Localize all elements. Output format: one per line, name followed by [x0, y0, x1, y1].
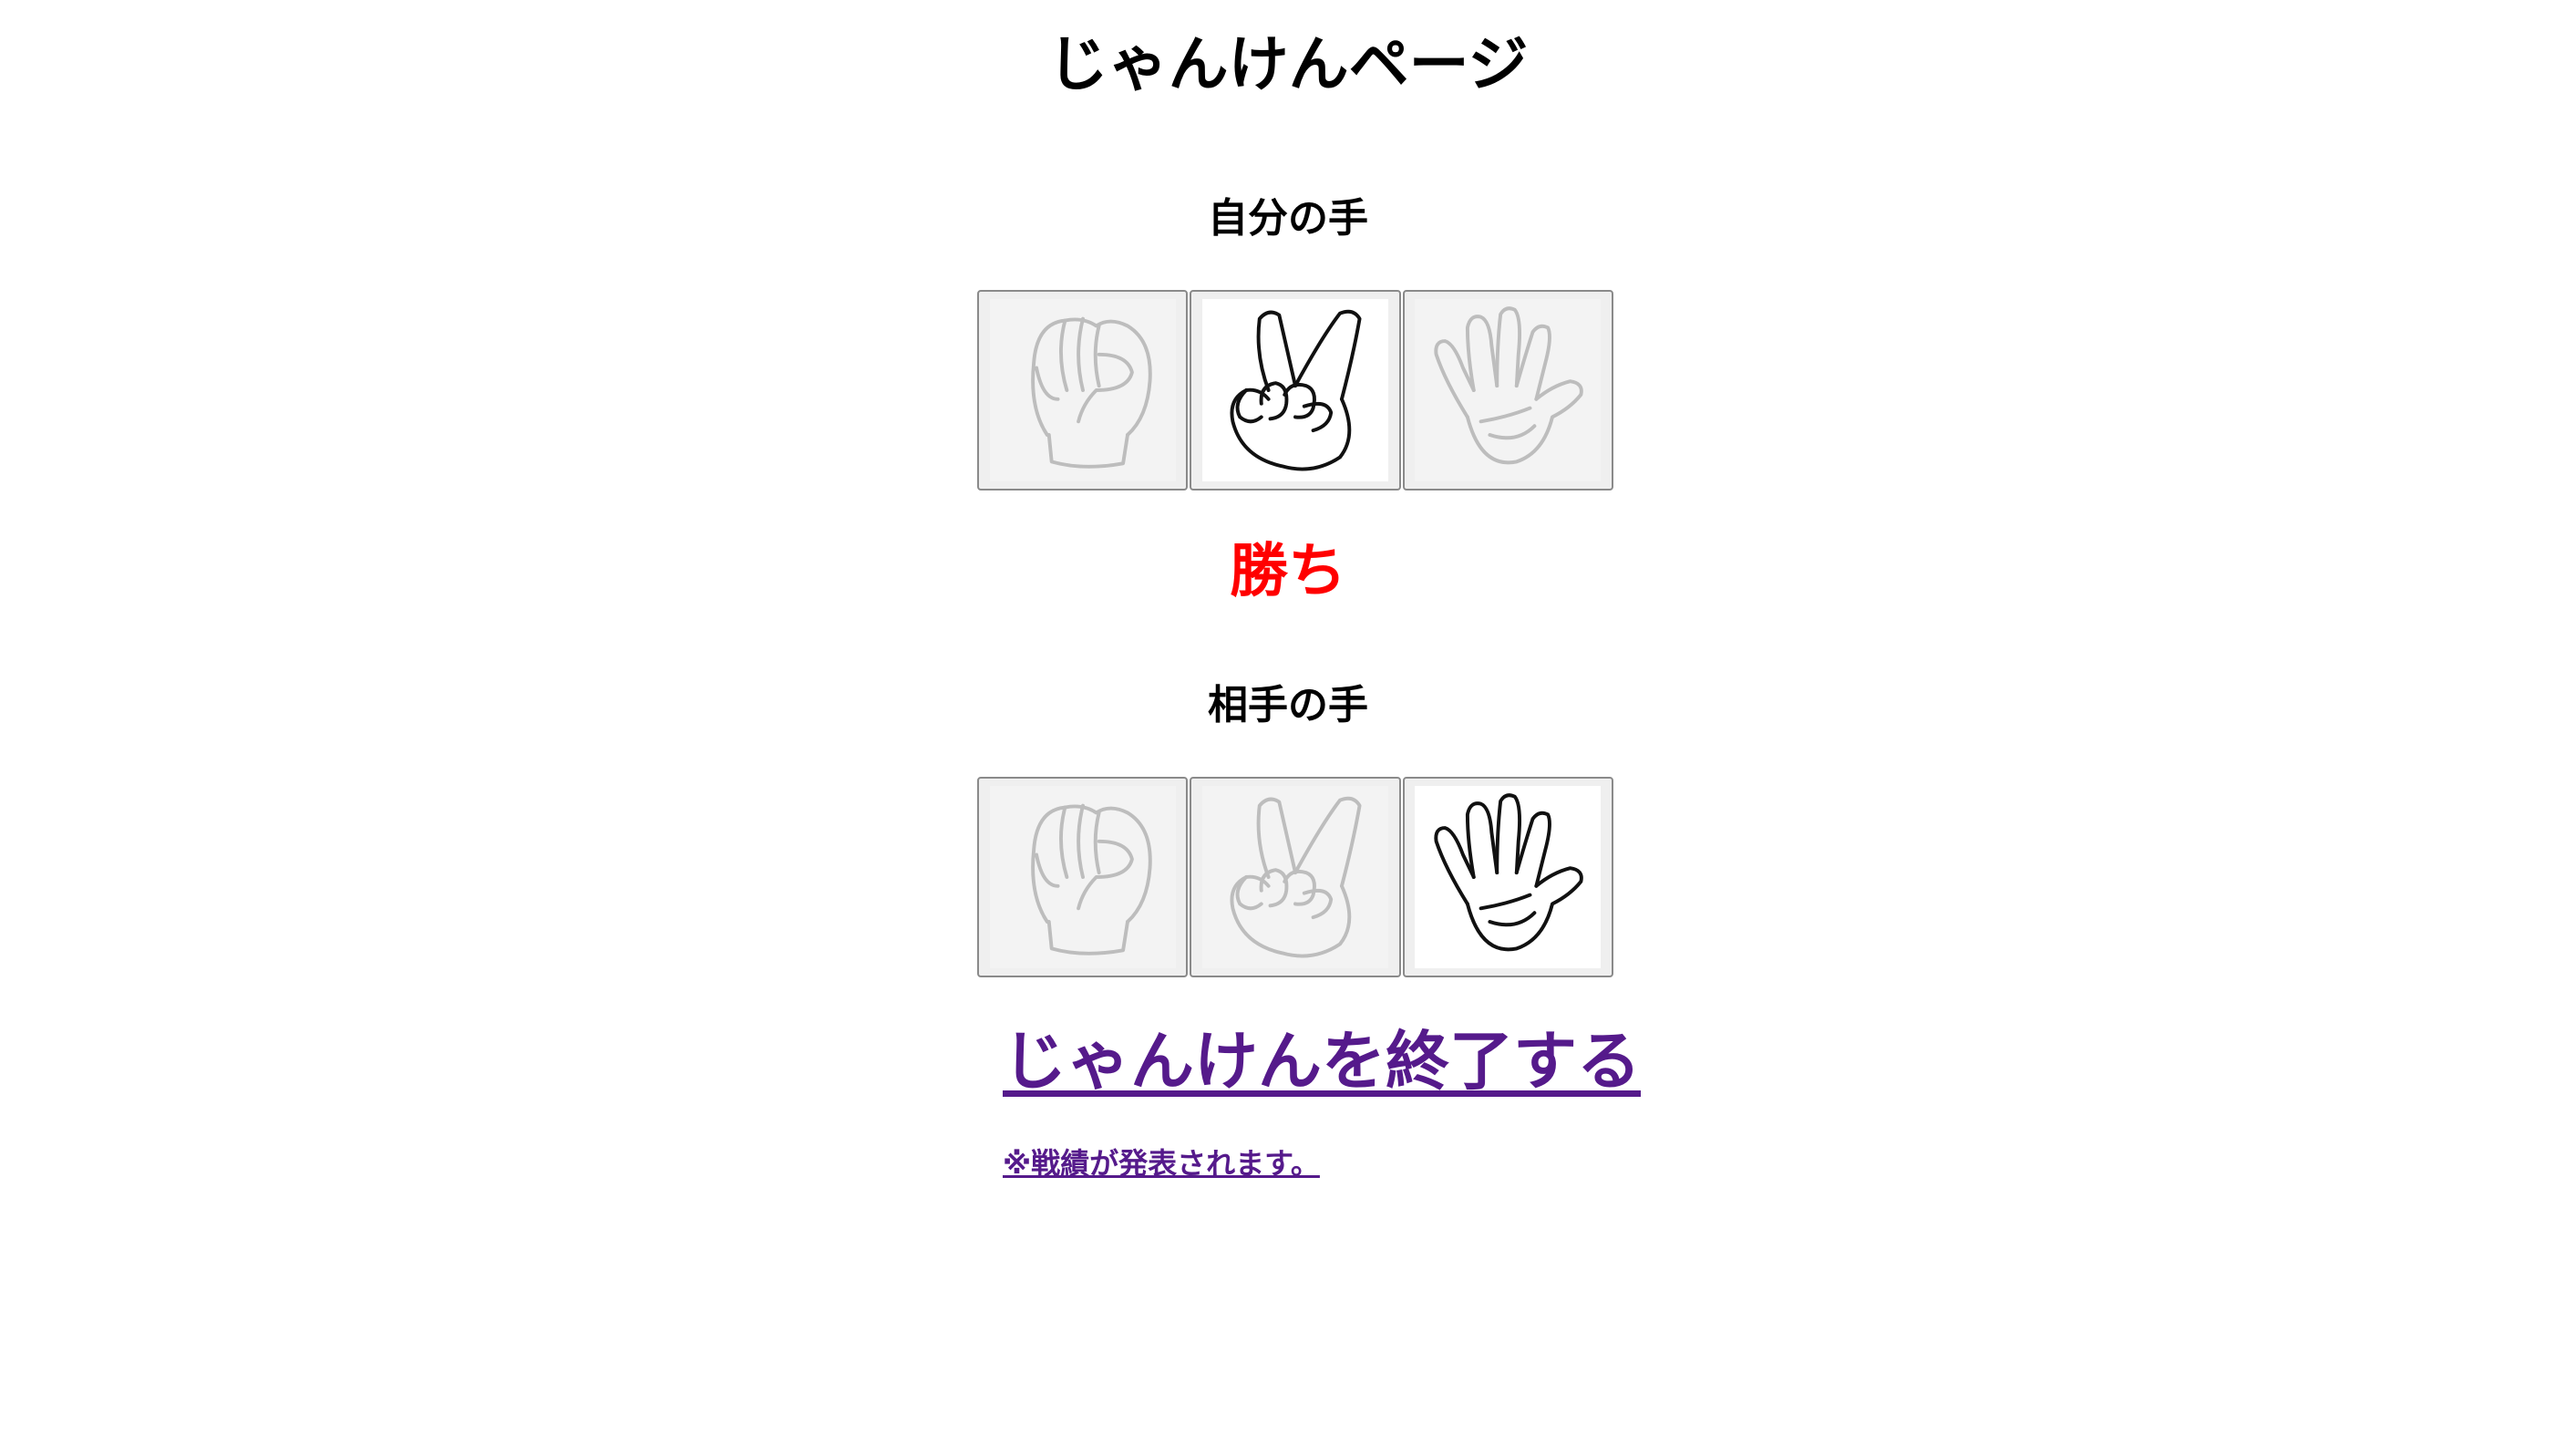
result-text: 勝ち: [1230, 538, 1346, 605]
page-title: じゃんけんページ: [1047, 29, 1529, 99]
opponent-hand-display: [977, 777, 1615, 977]
opponent-rock-button[interactable]: [977, 777, 1189, 977]
opponent-hand-label: 相手の手: [1208, 682, 1368, 728]
rock-hand-icon: [989, 299, 1176, 481]
paper-hand-icon: [1415, 786, 1602, 968]
end-janken-link[interactable]: じゃんけんを終了する: [1003, 1017, 1641, 1105]
paper-hand-icon: [1415, 299, 1602, 481]
scissors-hand-icon: [1201, 299, 1388, 481]
janken-page: じゃんけんページ 自分の手 勝ち 相手の手 じゃんけんを終了する ※戦績が発表さ…: [0, 0, 2576, 1446]
record-note-link[interactable]: ※戦績が発表されます。: [1003, 1143, 1320, 1183]
self-paper-button[interactable]: [1402, 290, 1613, 491]
self-rock-button[interactable]: [977, 290, 1189, 491]
rock-hand-icon: [989, 786, 1176, 968]
opponent-scissors-button[interactable]: [1190, 777, 1401, 977]
self-hand-selector: [977, 290, 1615, 491]
scissors-hand-icon: [1201, 786, 1388, 968]
opponent-paper-button[interactable]: [1402, 777, 1613, 977]
self-scissors-button[interactable]: [1190, 290, 1401, 491]
self-hand-label: 自分の手: [1208, 195, 1368, 242]
